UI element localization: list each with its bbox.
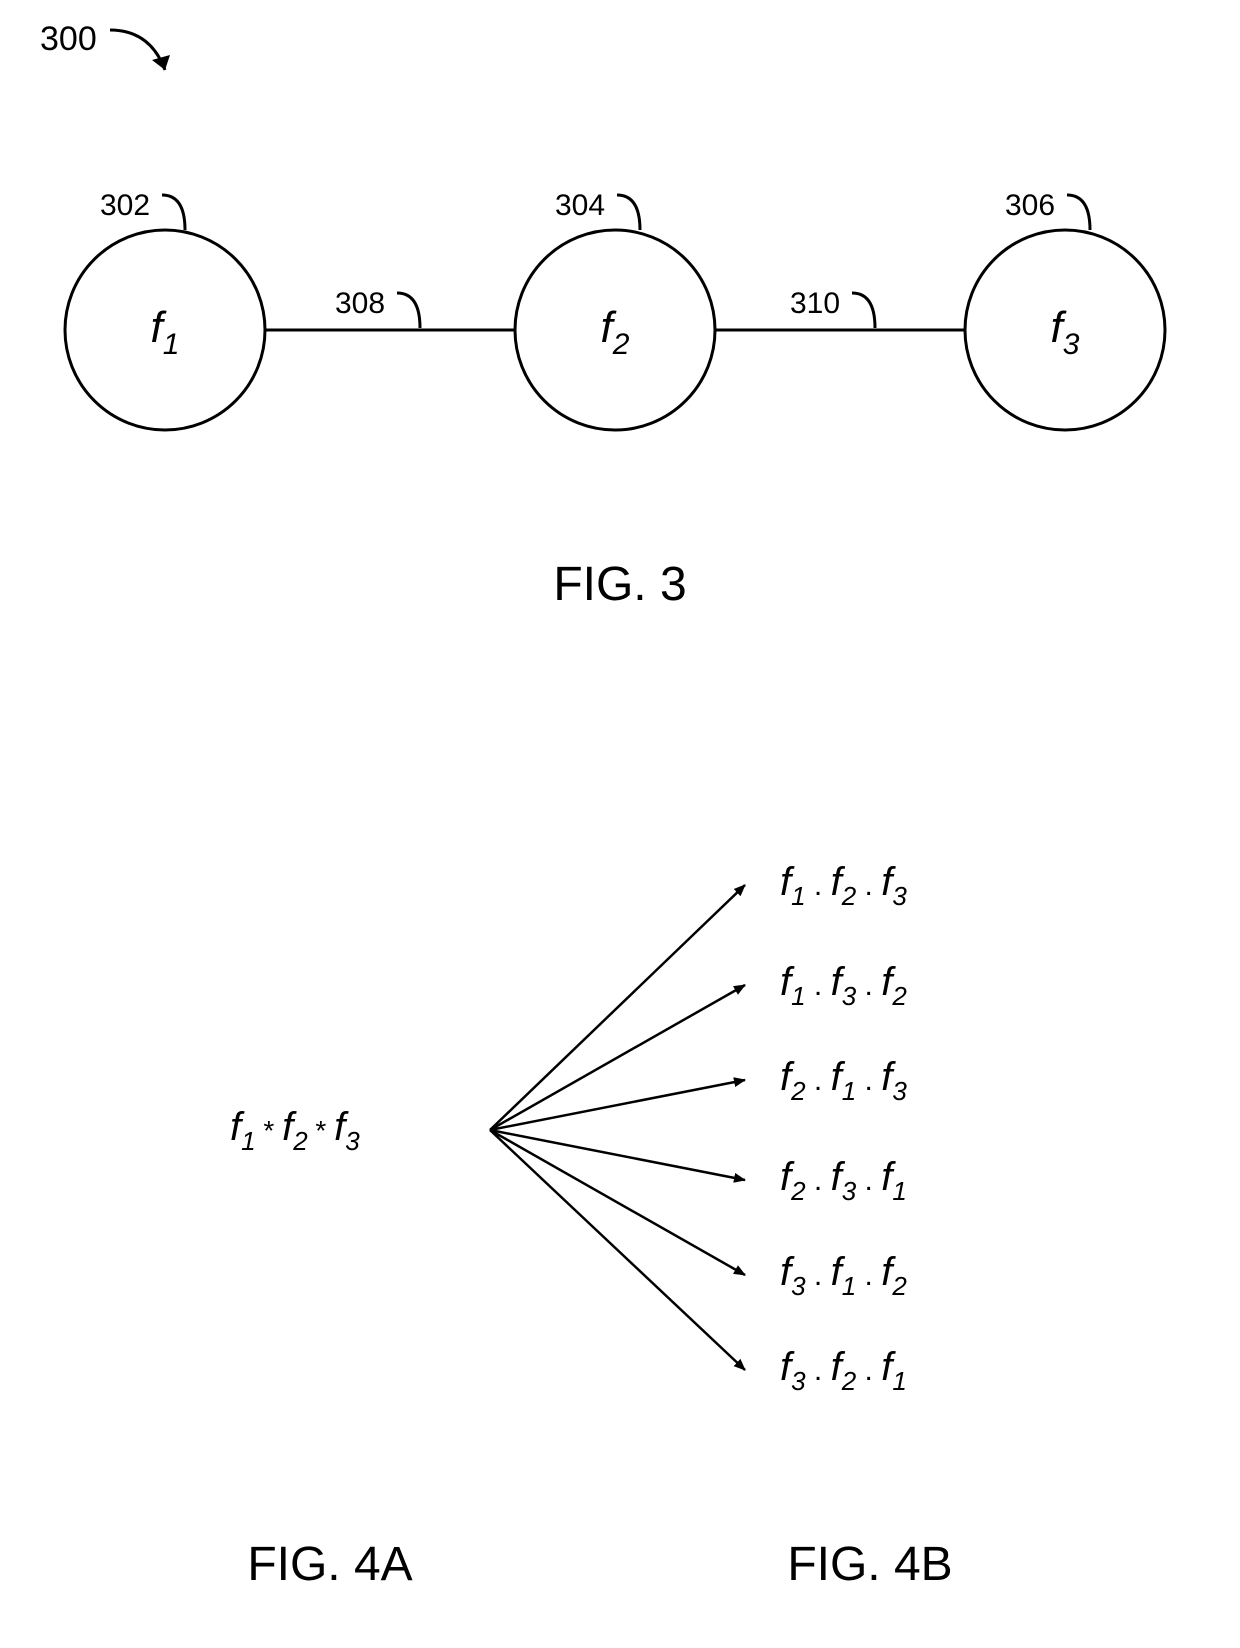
source-expression: f1 * f2 * f3 xyxy=(230,1105,360,1156)
arrow-perm-6 xyxy=(490,1130,745,1370)
ref-300: 300 xyxy=(40,20,97,58)
ref-302: 302 xyxy=(100,189,150,222)
ref-310: 310 xyxy=(790,287,840,320)
ref-302-hook xyxy=(162,195,185,230)
ref-304-hook xyxy=(617,195,640,230)
permutation-list: f1 . f2 . f3 f1 . f3 . f2 f2 . f1 . f3 f… xyxy=(780,860,907,1396)
arrow-perm-3 xyxy=(490,1080,745,1130)
ref-306: 306 xyxy=(1005,189,1055,222)
perm-3: f2 . f1 . f3 xyxy=(780,1055,907,1106)
perm-4: f2 . f3 . f1 xyxy=(780,1155,907,1206)
node-f3-label: f3 xyxy=(1051,303,1080,361)
ref-306-hook xyxy=(1067,195,1090,230)
perm-1: f1 . f2 . f3 xyxy=(780,860,907,911)
ref-300-arrow xyxy=(110,30,165,70)
figure-3: 300 f1 302 f2 304 f3 306 308 310 xyxy=(0,0,1240,640)
arrow-perm-4 xyxy=(490,1130,745,1180)
ref-304: 304 xyxy=(555,189,605,222)
arrow-perm-5 xyxy=(490,1130,745,1275)
fig3-caption: FIG. 3 xyxy=(553,558,686,611)
perm-2: f1 . f3 . f2 xyxy=(780,960,907,1011)
node-f2-label: f2 xyxy=(601,303,630,361)
ref-308-hook xyxy=(397,293,420,328)
ref-300-arrowhead xyxy=(152,55,170,70)
ref-308: 308 xyxy=(335,287,385,320)
node-f1-label: f1 xyxy=(151,303,180,361)
figure-4: f1 * f2 * f3 f1 . f2 . f3 f1 . f3 . f2 f… xyxy=(0,760,1240,1640)
fig4b-caption: FIG. 4B xyxy=(787,1538,952,1591)
perm-5: f3 . f1 . f2 xyxy=(780,1250,907,1301)
ref-310-hook xyxy=(852,293,875,328)
fig4a-caption: FIG. 4A xyxy=(247,1538,412,1591)
perm-6: f3 . f2 . f1 xyxy=(780,1345,907,1396)
